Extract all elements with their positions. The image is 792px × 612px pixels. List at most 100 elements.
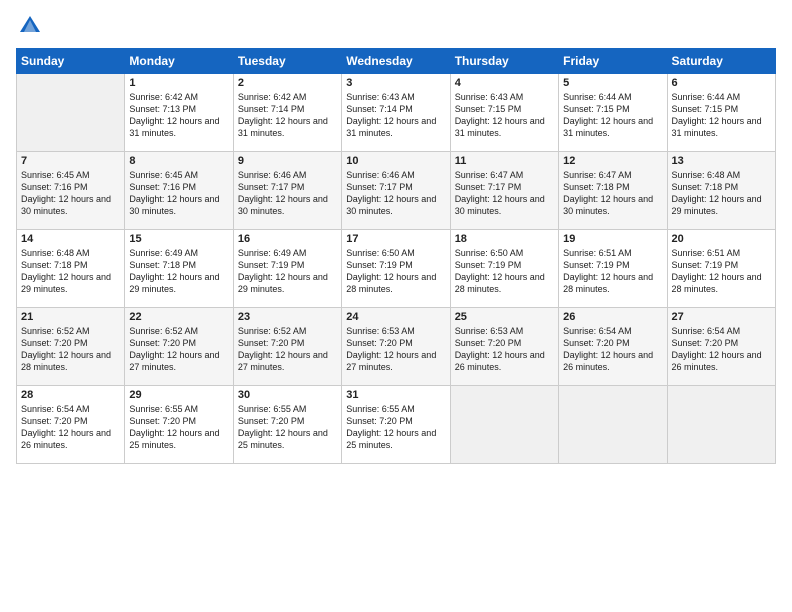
calendar-cell: 28 Sunrise: 6:54 AMSunset: 7:20 PMDayligh… [17,386,125,464]
day-info: Sunrise: 6:54 AMSunset: 7:20 PMDaylight:… [672,325,771,374]
calendar-cell: 18 Sunrise: 6:50 AMSunset: 7:19 PMDayligh… [450,230,558,308]
calendar-cell: 6 Sunrise: 6:44 AMSunset: 7:15 PMDaylight… [667,74,775,152]
day-number: 27 [672,311,771,323]
calendar-cell: 5 Sunrise: 6:44 AMSunset: 7:15 PMDaylight… [559,74,667,152]
day-info: Sunrise: 6:48 AMSunset: 7:18 PMDaylight:… [672,169,771,218]
day-info: Sunrise: 6:52 AMSunset: 7:20 PMDaylight:… [129,325,228,374]
calendar-cell: 9 Sunrise: 6:46 AMSunset: 7:17 PMDaylight… [233,152,341,230]
calendar-cell: 20Sunrise: 6:51 AMSunset: 7:19 PMDayligh… [667,230,775,308]
day-number: 7 [21,155,120,167]
day-number: 30 [238,389,337,401]
day-header-monday: Monday [125,49,233,74]
day-number: 5 [563,77,662,89]
calendar-cell: 14 Sunrise: 6:48 AMSunset: 7:18 PMDayligh… [17,230,125,308]
header [16,12,776,40]
day-info: Sunrise: 6:45 AMSunset: 7:16 PMDaylight:… [21,169,120,218]
day-info: Sunrise: 6:42 AMSunset: 7:14 PMDaylight:… [238,91,337,140]
day-header-wednesday: Wednesday [342,49,450,74]
day-number: 21 [21,311,120,323]
calendar-cell [559,386,667,464]
calendar-cell: 3 Sunrise: 6:43 AMSunset: 7:14 PMDaylight… [342,74,450,152]
calendar-cell [17,74,125,152]
calendar-cell: 13 Sunrise: 6:48 AMSunset: 7:18 PMDayligh… [667,152,775,230]
calendar-cell: 21 Sunrise: 6:52 AMSunset: 7:20 PMDayligh… [17,308,125,386]
day-info: Sunrise: 6:51 AMSunset: 7:19 PMDaylight:… [672,247,771,296]
day-info: Sunrise: 6:46 AMSunset: 7:17 PMDaylight:… [238,169,337,218]
day-info: Sunrise: 6:55 AMSunset: 7:20 PMDaylight:… [238,403,337,452]
day-number: 4 [455,77,554,89]
day-info: Sunrise: 6:52 AMSunset: 7:20 PMDaylight:… [238,325,337,374]
logo [16,12,48,40]
day-number: 19 [563,233,662,245]
day-info: Sunrise: 6:50 AMSunset: 7:19 PMDaylight:… [455,247,554,296]
calendar-page: SundayMondayTuesdayWednesdayThursdayFrid… [0,0,792,612]
day-info: Sunrise: 6:48 AMSunset: 7:18 PMDaylight:… [21,247,120,296]
day-info: Sunrise: 6:45 AMSunset: 7:16 PMDaylight:… [129,169,228,218]
day-header-sunday: Sunday [17,49,125,74]
day-number: 1 [129,77,228,89]
day-number: 14 [21,233,120,245]
day-number: 26 [563,311,662,323]
calendar-cell: 2 Sunrise: 6:42 AMSunset: 7:14 PMDaylight… [233,74,341,152]
calendar-cell: 26 Sunrise: 6:54 AMSunset: 7:20 PMDayligh… [559,308,667,386]
day-info: Sunrise: 6:50 AMSunset: 7:19 PMDaylight:… [346,247,445,296]
calendar-cell: 10 Sunrise: 6:46 AMSunset: 7:17 PMDayligh… [342,152,450,230]
day-number: 9 [238,155,337,167]
calendar-cell: 22 Sunrise: 6:52 AMSunset: 7:20 PMDayligh… [125,308,233,386]
day-number: 22 [129,311,228,323]
day-info: Sunrise: 6:53 AMSunset: 7:20 PMDaylight:… [455,325,554,374]
day-info: Sunrise: 6:54 AMSunset: 7:20 PMDaylight:… [21,403,120,452]
calendar-cell: 30 Sunrise: 6:55 AMSunset: 7:20 PMDayligh… [233,386,341,464]
day-header-tuesday: Tuesday [233,49,341,74]
day-number: 18 [455,233,554,245]
day-number: 17 [346,233,445,245]
calendar-cell: 4 Sunrise: 6:43 AMSunset: 7:15 PMDaylight… [450,74,558,152]
calendar-cell: 16 Sunrise: 6:49 AMSunset: 7:19 PMDayligh… [233,230,341,308]
day-info: Sunrise: 6:47 AMSunset: 7:18 PMDaylight:… [563,169,662,218]
day-info: Sunrise: 6:52 AMSunset: 7:20 PMDaylight:… [21,325,120,374]
day-info: Sunrise: 6:44 AMSunset: 7:15 PMDaylight:… [563,91,662,140]
day-info: Sunrise: 6:55 AMSunset: 7:20 PMDaylight:… [346,403,445,452]
calendar-cell: 15Sunrise: 6:49 AMSunset: 7:18 PMDayligh… [125,230,233,308]
day-info: Sunrise: 6:49 AMSunset: 7:19 PMDaylight:… [238,247,337,296]
day-number: 28 [21,389,120,401]
day-number: 10 [346,155,445,167]
calendar-cell: 19 Sunrise: 6:51 AMSunset: 7:19 PMDayligh… [559,230,667,308]
day-info: Sunrise: 6:51 AMSunset: 7:19 PMDaylight:… [563,247,662,296]
day-info: Sunrise: 6:53 AMSunset: 7:20 PMDaylight:… [346,325,445,374]
day-number: 24 [346,311,445,323]
calendar-table: SundayMondayTuesdayWednesdayThursdayFrid… [16,48,776,464]
day-info: Sunrise: 6:44 AMSunset: 7:15 PMDaylight:… [672,91,771,140]
calendar-cell: 25 Sunrise: 6:53 AMSunset: 7:20 PMDayligh… [450,308,558,386]
day-number: 13 [672,155,771,167]
day-number: 8 [129,155,228,167]
day-number: 2 [238,77,337,89]
calendar-cell: 24 Sunrise: 6:53 AMSunset: 7:20 PMDayligh… [342,308,450,386]
logo-icon [16,12,44,40]
day-header-saturday: Saturday [667,49,775,74]
day-info: Sunrise: 6:43 AMSunset: 7:14 PMDaylight:… [346,91,445,140]
day-info: Sunrise: 6:42 AMSunset: 7:13 PMDaylight:… [129,91,228,140]
day-info: Sunrise: 6:47 AMSunset: 7:17 PMDaylight:… [455,169,554,218]
calendar-cell: 23 Sunrise: 6:52 AMSunset: 7:20 PMDayligh… [233,308,341,386]
day-info: Sunrise: 6:49 AMSunset: 7:18 PMDaylight:… [129,247,228,296]
day-number: 25 [455,311,554,323]
calendar-cell: 1 Sunrise: 6:42 AMSunset: 7:13 PMDaylight… [125,74,233,152]
day-info: Sunrise: 6:54 AMSunset: 7:20 PMDaylight:… [563,325,662,374]
calendar-cell [450,386,558,464]
calendar-cell: 8 Sunrise: 6:45 AMSunset: 7:16 PMDaylight… [125,152,233,230]
day-number: 11 [455,155,554,167]
day-number: 3 [346,77,445,89]
day-number: 29 [129,389,228,401]
day-header-thursday: Thursday [450,49,558,74]
calendar-cell: 27 Sunrise: 6:54 AMSunset: 7:20 PMDayligh… [667,308,775,386]
day-number: 23 [238,311,337,323]
day-header-friday: Friday [559,49,667,74]
day-number: 6 [672,77,771,89]
day-info: Sunrise: 6:43 AMSunset: 7:15 PMDaylight:… [455,91,554,140]
day-info: Sunrise: 6:46 AMSunset: 7:17 PMDaylight:… [346,169,445,218]
calendar-cell [667,386,775,464]
day-number: 16 [238,233,337,245]
calendar-cell: 7 Sunrise: 6:45 AMSunset: 7:16 PMDaylight… [17,152,125,230]
calendar-cell: 29Sunrise: 6:55 AMSunset: 7:20 PMDayligh… [125,386,233,464]
